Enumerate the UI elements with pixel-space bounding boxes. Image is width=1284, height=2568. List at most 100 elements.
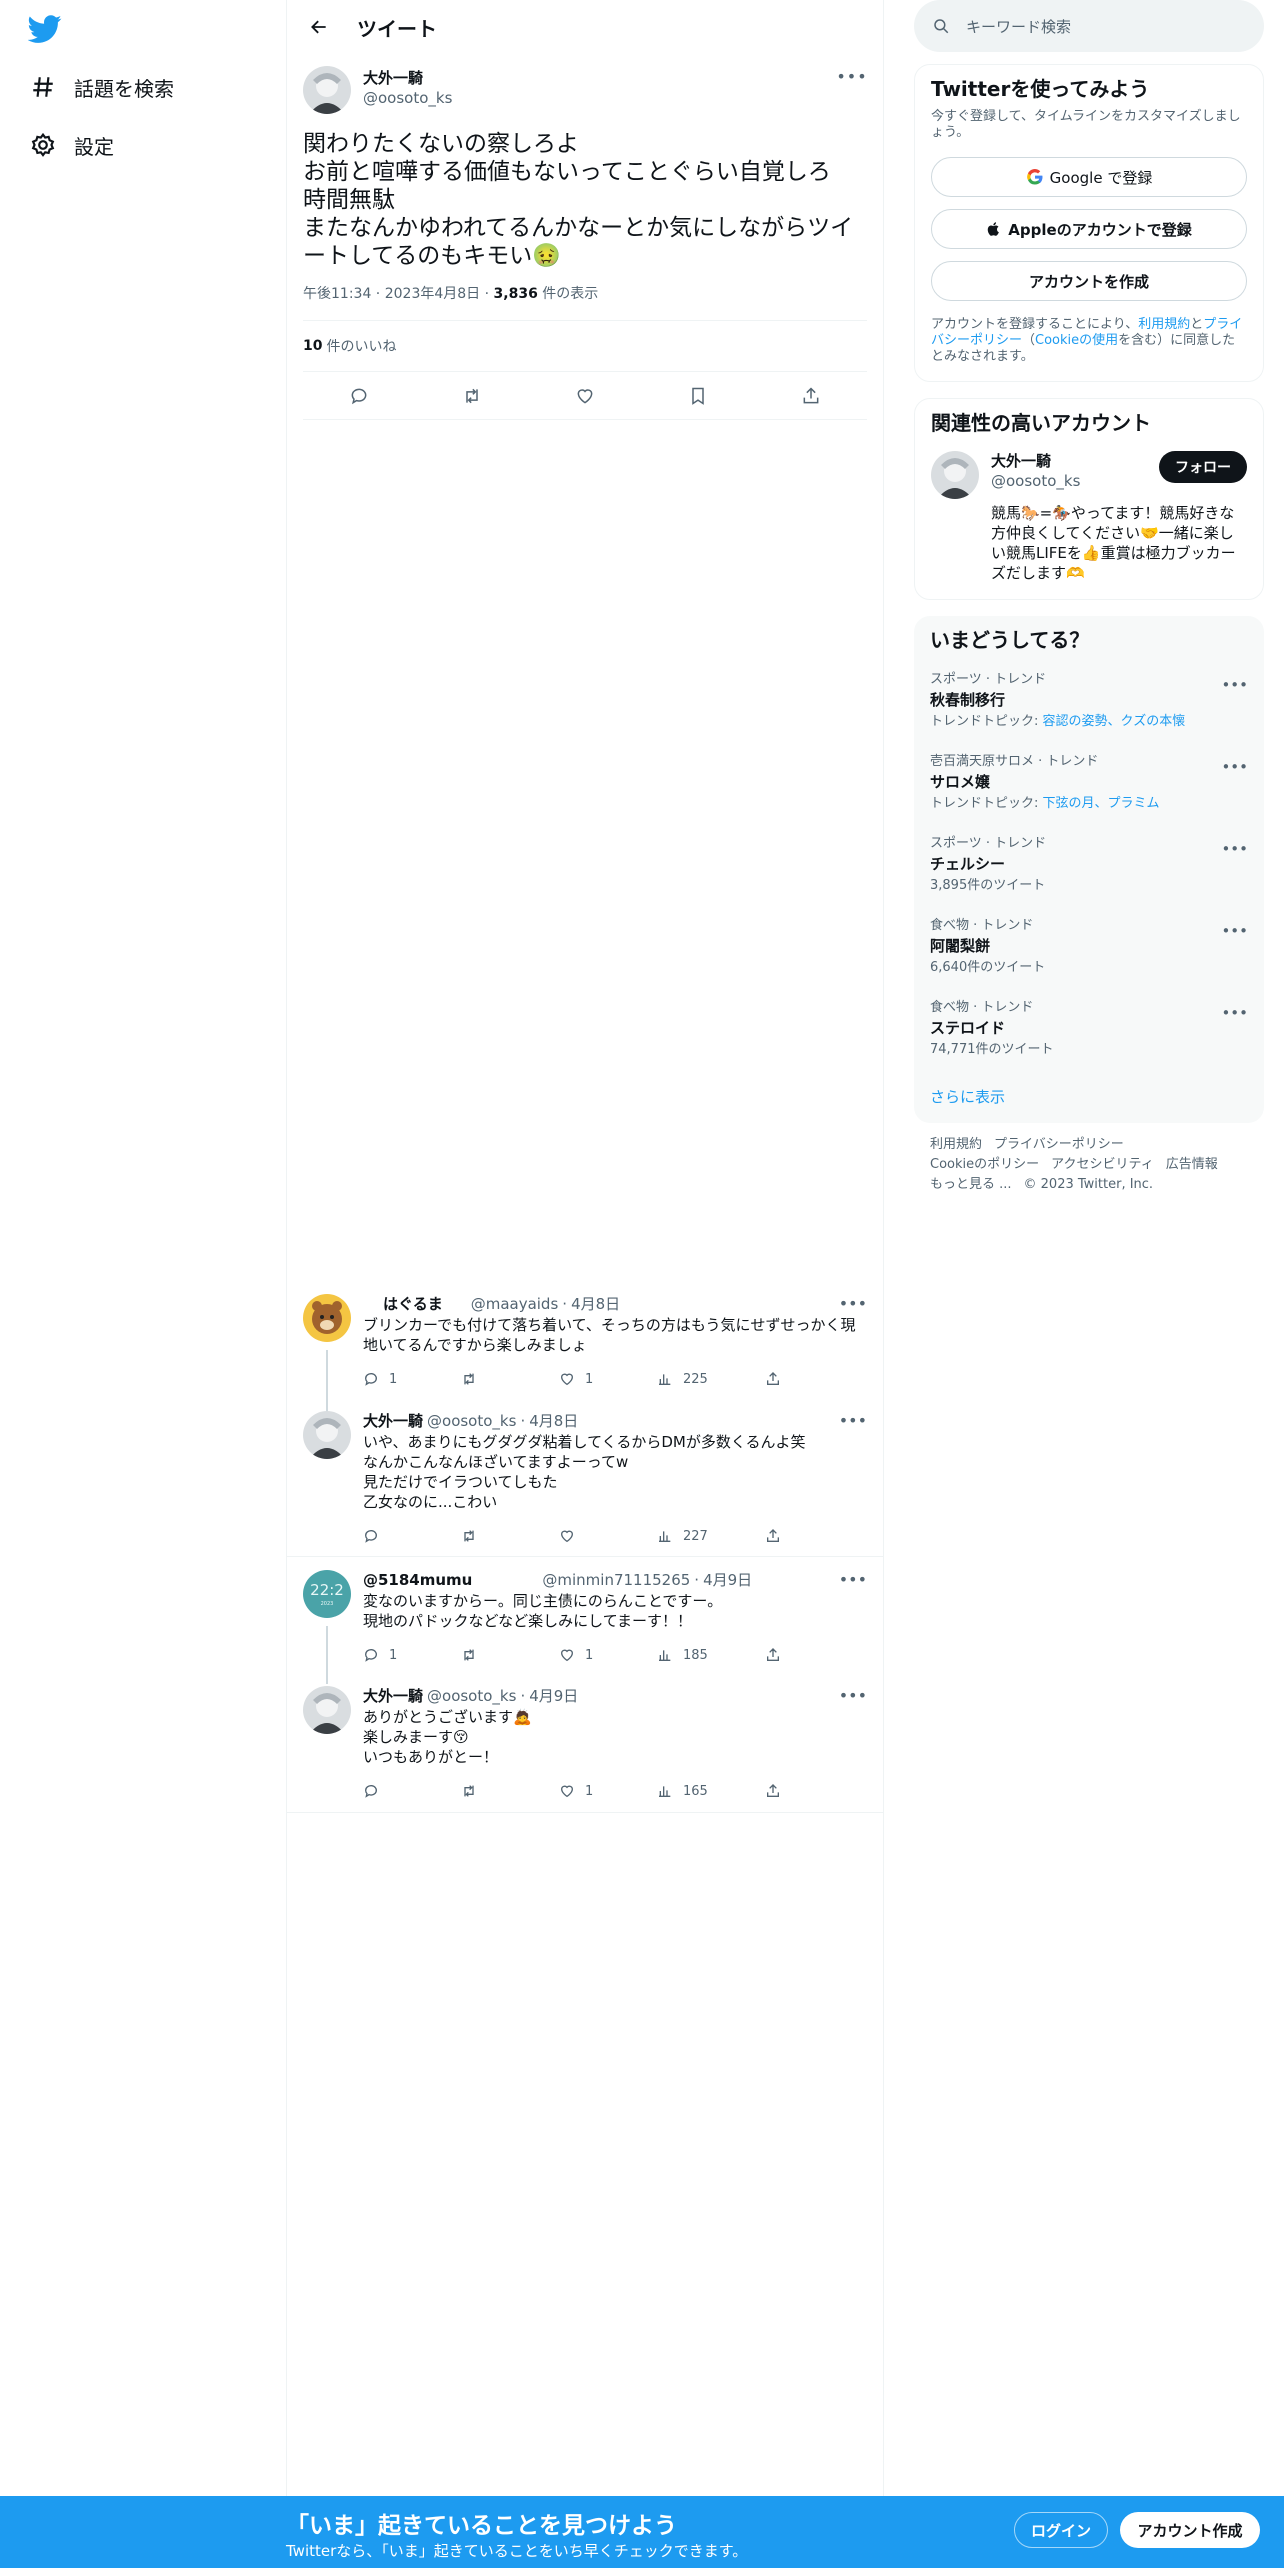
- reply-button[interactable]: 1: [363, 1647, 461, 1663]
- login-button[interactable]: ログイン: [1014, 2512, 1108, 2548]
- retweet-button[interactable]: [461, 1528, 559, 1544]
- show-more-link[interactable]: さらに表示: [930, 1086, 1248, 1107]
- trend-topic-links[interactable]: 下弦の月、プラミム: [1043, 796, 1160, 811]
- more-options-icon[interactable]: •••: [1221, 676, 1248, 694]
- related-account[interactable]: 大外一騎 @oosoto_ks フォロー: [931, 451, 1247, 499]
- more-options-icon[interactable]: •••: [839, 1686, 867, 1705]
- more-options-icon[interactable]: •••: [839, 1294, 867, 1313]
- author-name[interactable]: 大外一騎: [363, 68, 452, 88]
- reply-button[interactable]: 1: [363, 1371, 461, 1387]
- search-input[interactable]: キーワード検索: [914, 0, 1264, 52]
- footer-accessibility[interactable]: アクセシビリティ: [1051, 1157, 1154, 1172]
- signup-title: Twitterを使ってみよう: [931, 77, 1150, 101]
- back-arrow-icon[interactable]: [301, 9, 337, 45]
- more-options-icon[interactable]: •••: [1221, 758, 1248, 776]
- reply-tweet[interactable]: ••• 大外一騎 @oosoto_ks · 4月8日 いや、あまりにもグダグダ粘…: [287, 1411, 883, 1546]
- create-account-button[interactable]: アカウントを作成: [931, 261, 1247, 301]
- related-name[interactable]: 大外一騎: [991, 451, 1080, 471]
- footer-more[interactable]: もっと見る ...: [930, 1177, 1012, 1192]
- reply-date[interactable]: 4月9日: [703, 1570, 752, 1590]
- footer-terms[interactable]: 利用規約: [930, 1137, 982, 1152]
- views-button[interactable]: 227: [657, 1528, 765, 1544]
- related-handle[interactable]: @oosoto_ks: [991, 471, 1080, 491]
- retweet-button[interactable]: [461, 1371, 559, 1387]
- share-icon[interactable]: [793, 378, 829, 414]
- more-options-icon[interactable]: •••: [836, 66, 867, 86]
- retweet-button[interactable]: [461, 1647, 559, 1663]
- share-button[interactable]: [765, 1371, 791, 1387]
- reply-button[interactable]: [363, 1528, 461, 1544]
- reply-date[interactable]: 4月8日: [571, 1294, 620, 1314]
- like-count: 1: [585, 1783, 594, 1799]
- reply-button[interactable]: [363, 1783, 461, 1799]
- views-button[interactable]: 185: [657, 1647, 765, 1663]
- reply-date[interactable]: 4月8日: [529, 1411, 578, 1431]
- trends-card: いまどうしてる？ スポーツ · トレンド 秋春制移行 トレンドトピック: 容認の…: [914, 616, 1264, 1123]
- reply-author-handle[interactable]: @minmin71115265: [542, 1570, 690, 1590]
- reply-icon[interactable]: [341, 378, 377, 414]
- terms-link[interactable]: 利用規約: [1138, 317, 1190, 332]
- bookmark-icon[interactable]: [680, 378, 716, 414]
- legal-text: アカウントを登録することにより、: [931, 317, 1139, 332]
- retweet-icon[interactable]: [454, 378, 490, 414]
- more-options-icon[interactable]: •••: [1221, 1004, 1248, 1022]
- like-button[interactable]: 1: [559, 1371, 657, 1387]
- cookie-link[interactable]: Cookieの使用: [1035, 333, 1118, 348]
- tweet-date[interactable]: 2023年4月8日: [385, 286, 480, 302]
- google-signup-button[interactable]: Google で登録: [931, 157, 1247, 197]
- views-button[interactable]: 165: [657, 1783, 765, 1799]
- trend-item[interactable]: スポーツ · トレンド 秋春制移行 トレンドトピック: 容認の姿勢、クズの本懐 …: [930, 672, 1248, 754]
- trend-meta: 食べ物 · トレンド: [930, 918, 1034, 933]
- footer-cookie[interactable]: Cookieのポリシー: [930, 1157, 1039, 1172]
- reply-author-name[interactable]: 大外一騎: [363, 1411, 423, 1431]
- tweet-time[interactable]: 午後11:34: [303, 286, 371, 302]
- reply-tweet[interactable]: 22:2 2023 ••• @5184mumu @minmin71115265 ·…: [287, 1570, 883, 1665]
- more-options-icon[interactable]: •••: [1221, 840, 1248, 858]
- avatar[interactable]: [931, 451, 979, 499]
- footer-privacy[interactable]: プライバシーポリシー: [994, 1137, 1124, 1152]
- reply-author-name[interactable]: はぐるま: [383, 1294, 443, 1314]
- more-options-icon[interactable]: •••: [839, 1411, 867, 1430]
- author-handle[interactable]: @oosoto_ks: [363, 88, 452, 108]
- trend-sub: トレンドトピック:: [930, 796, 1043, 811]
- divider: [287, 1812, 883, 1813]
- avatar[interactable]: [303, 1686, 351, 1734]
- like-button[interactable]: 1: [559, 1647, 657, 1663]
- trend-item[interactable]: 食べ物 · トレンド 阿闍梨餅 6,640件のツイート •••: [930, 918, 1248, 1000]
- avatar[interactable]: 22:2 2023: [303, 1570, 351, 1618]
- like-button[interactable]: 1: [559, 1783, 657, 1799]
- reply-date[interactable]: 4月9日: [529, 1686, 578, 1706]
- share-button[interactable]: [765, 1528, 791, 1544]
- like-icon[interactable]: [567, 378, 603, 414]
- reply-author-handle[interactable]: @oosoto_ks: [427, 1411, 516, 1431]
- avatar[interactable]: [303, 1411, 351, 1459]
- trend-item[interactable]: 壱百満天原サロメ · トレンド サロメ嬢 トレンドトピック: 下弦の月、プラミム…: [930, 754, 1248, 836]
- more-options-icon[interactable]: •••: [839, 1570, 867, 1589]
- views-button[interactable]: 225: [657, 1371, 765, 1387]
- reply-author-handle[interactable]: @oosoto_ks: [427, 1686, 516, 1706]
- trend-item[interactable]: 食べ物 · トレンド ステロイド 74,771件のツイート •••: [930, 1000, 1248, 1082]
- nav-explore[interactable]: 話題を検索: [28, 65, 174, 109]
- reply-tweet[interactable]: ••• はぐるま @maayaids · 4月8日 ブリンカーでも付けて落ち着い…: [287, 1294, 883, 1389]
- trend-topic-links[interactable]: 容認の姿勢、クズの本懐: [1043, 714, 1186, 729]
- retweet-button[interactable]: [461, 1783, 559, 1799]
- follow-button[interactable]: フォロー: [1159, 451, 1247, 483]
- footer-ads[interactable]: 広告情報: [1166, 1157, 1218, 1172]
- trend-item[interactable]: スポーツ · トレンド チェルシー 3,895件のツイート •••: [930, 836, 1248, 918]
- divider: [287, 1556, 883, 1557]
- signup-button[interactable]: アカウント作成: [1120, 2512, 1260, 2548]
- likes-row[interactable]: 10 件のいいね: [303, 320, 867, 372]
- more-options-icon[interactable]: •••: [1221, 922, 1248, 940]
- reply-author-handle[interactable]: @maayaids: [471, 1294, 559, 1314]
- nav-settings[interactable]: 設定: [28, 123, 114, 167]
- apple-signup-button[interactable]: Appleのアカウントで登録: [931, 209, 1247, 249]
- avatar[interactable]: [303, 1294, 351, 1342]
- share-button[interactable]: [765, 1647, 791, 1663]
- reply-tweet[interactable]: ••• 大外一騎 @oosoto_ks · 4月9日 ありがとうございます🙇 楽…: [287, 1686, 883, 1801]
- twitter-logo-icon[interactable]: [27, 12, 62, 46]
- reply-author-name[interactable]: 大外一騎: [363, 1686, 423, 1706]
- share-button[interactable]: [765, 1783, 791, 1799]
- reply-author-name[interactable]: @5184mumu: [363, 1570, 472, 1590]
- avatar[interactable]: [303, 66, 351, 114]
- like-button[interactable]: [559, 1528, 657, 1544]
